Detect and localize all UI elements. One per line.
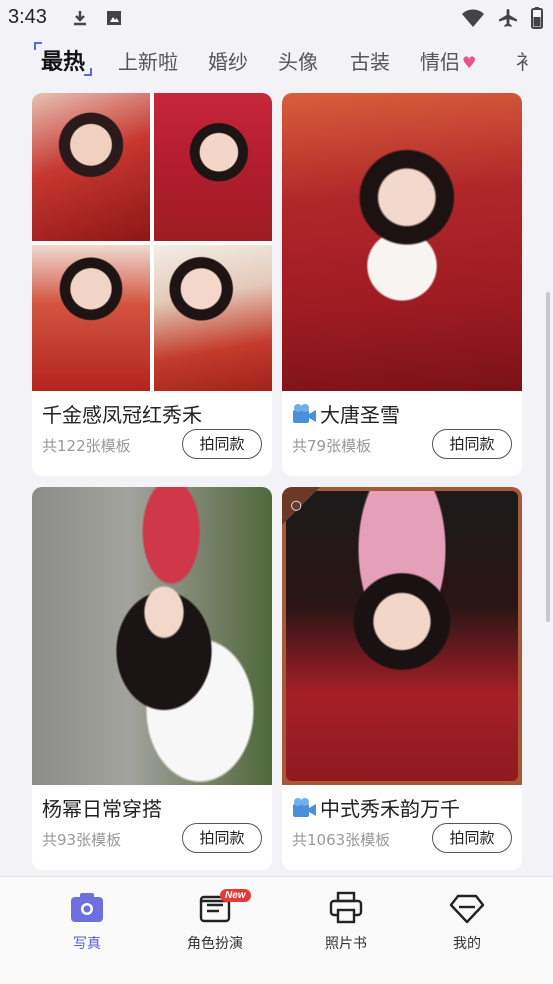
- camera-icon: [71, 893, 103, 922]
- tab-more[interactable]: 衤: [516, 46, 536, 75]
- tab-wedding-dress[interactable]: 婚纱: [208, 46, 248, 75]
- photo-tang-snow: [282, 93, 522, 391]
- card-title-text: 中式秀禾韵万千: [320, 797, 460, 821]
- card-count: 共93张模板: [42, 831, 122, 849]
- diamond-icon: [449, 894, 485, 924]
- hot-ribbon-icon: ○: [282, 487, 320, 525]
- take-same-button[interactable]: 拍同款: [432, 429, 512, 459]
- bottom-nav: 写真 New 角色扮演 照片书 我的: [0, 876, 553, 984]
- tab-new-arrivals[interactable]: 上新啦: [118, 46, 178, 75]
- nav-role-play[interactable]: New 角色扮演: [160, 889, 270, 953]
- photo-bride-pose: [154, 245, 272, 391]
- video-icon: [293, 404, 316, 423]
- tab-costume[interactable]: 古装: [350, 46, 390, 75]
- active-tab-bracket-bottom: [84, 68, 92, 76]
- template-card[interactable]: 杨幂日常穿搭 共93张模板 拍同款: [32, 487, 272, 870]
- card-title-text: 大唐圣雪: [320, 403, 400, 427]
- card-title: 千金感凤冠红秀禾: [42, 403, 202, 427]
- card-count: 共1063张模板: [292, 831, 391, 849]
- photo-casual-outfit: [32, 487, 272, 785]
- status-time: 3:43: [8, 6, 47, 28]
- card-count: 共122张模板: [42, 437, 131, 455]
- card-title: 大唐圣雪: [292, 399, 400, 428]
- nav-label: 角色扮演: [187, 936, 243, 952]
- photo-bride-crown: [154, 93, 272, 241]
- take-same-button[interactable]: 拍同款: [182, 429, 262, 459]
- template-card[interactable]: 大唐圣雪 共79张模板 拍同款: [282, 93, 522, 476]
- nav-photo-book[interactable]: 照片书: [291, 891, 401, 953]
- nav-portrait[interactable]: 写真: [32, 891, 142, 953]
- take-same-button[interactable]: 拍同款: [182, 823, 262, 853]
- heart-icon: ♥: [462, 53, 477, 72]
- tab-avatar[interactable]: 头像: [278, 46, 318, 75]
- scrollbar[interactable]: [546, 292, 550, 622]
- nav-label: 我的: [453, 936, 481, 952]
- printer-icon: [329, 891, 363, 924]
- category-tabs: 最热 上新啦 婚纱 头像 古装 情侣 ♥ 衤: [0, 36, 553, 84]
- take-same-button[interactable]: 拍同款: [432, 823, 512, 853]
- card-title: 中式秀禾韵万千: [292, 793, 460, 822]
- card-image-grid: [32, 93, 272, 391]
- battery-icon: [531, 7, 543, 29]
- tab-couple[interactable]: 情侣 ♥: [420, 46, 476, 75]
- card-image-frame: ○: [282, 487, 522, 785]
- template-card[interactable]: 千金感凤冠红秀禾 共122张模板 拍同款: [32, 93, 272, 476]
- download-icon: [74, 11, 86, 26]
- tab-hot[interactable]: 最热: [41, 44, 85, 76]
- wifi-icon: [462, 9, 484, 27]
- card-title: 杨幂日常穿搭: [42, 797, 162, 821]
- photo-bride-fan: [32, 93, 150, 241]
- photo-bride-sitting: [32, 245, 150, 391]
- tab-couple-label: 情侣: [420, 50, 460, 74]
- airplane-icon: [499, 9, 517, 27]
- nav-label: 照片书: [325, 936, 367, 952]
- nav-label: 写真: [73, 936, 101, 952]
- template-card[interactable]: ○ 中式秀禾韵万千 共1063张模板 拍同款: [282, 487, 522, 870]
- video-icon: [293, 798, 316, 817]
- nav-mine[interactable]: 我的: [412, 891, 522, 953]
- card-count: 共79张模板: [292, 437, 372, 455]
- photo-icon: [107, 11, 121, 25]
- new-badge: New: [220, 889, 251, 902]
- status-bar: 3:43: [0, 0, 553, 36]
